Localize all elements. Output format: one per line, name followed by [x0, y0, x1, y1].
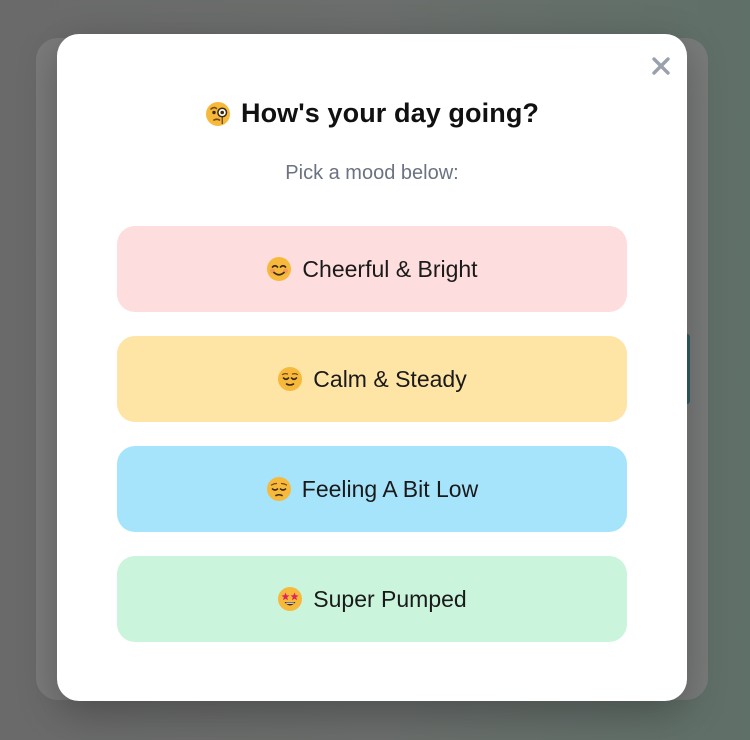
- smiling-face-icon: [267, 257, 292, 281]
- mood-options: Cheerful & Bright Calm & Steady Feeling …: [117, 226, 627, 666]
- close-icon: [652, 57, 670, 75]
- face-with-monocle-icon: [205, 101, 230, 126]
- relieved-face-icon: [278, 367, 303, 391]
- mood-label-low: Feeling A Bit Low: [301, 475, 479, 502]
- dialog-title: How's your day going?: [240, 98, 540, 128]
- dialog-header: How's your day going?: [57, 98, 687, 129]
- mood-dialog: How's your day going? Pick a mood below:…: [57, 34, 687, 701]
- mood-button-pumped[interactable]: Super Pumped: [117, 556, 627, 642]
- mood-label-calm: Calm & Steady: [313, 365, 467, 392]
- mood-button-cheerful[interactable]: Cheerful & Bright: [117, 226, 627, 312]
- star-struck-icon: [278, 587, 303, 611]
- mood-button-calm[interactable]: Calm & Steady: [117, 336, 627, 422]
- close-button[interactable]: [645, 50, 677, 82]
- mood-label-pumped: Super Pumped: [313, 585, 467, 612]
- dialog-subtitle: Pick a mood below:: [285, 162, 459, 184]
- mood-label-cheerful: Cheerful & Bright: [302, 255, 478, 282]
- pensive-face-icon: [266, 477, 291, 501]
- mood-button-low[interactable]: Feeling A Bit Low: [117, 446, 627, 532]
